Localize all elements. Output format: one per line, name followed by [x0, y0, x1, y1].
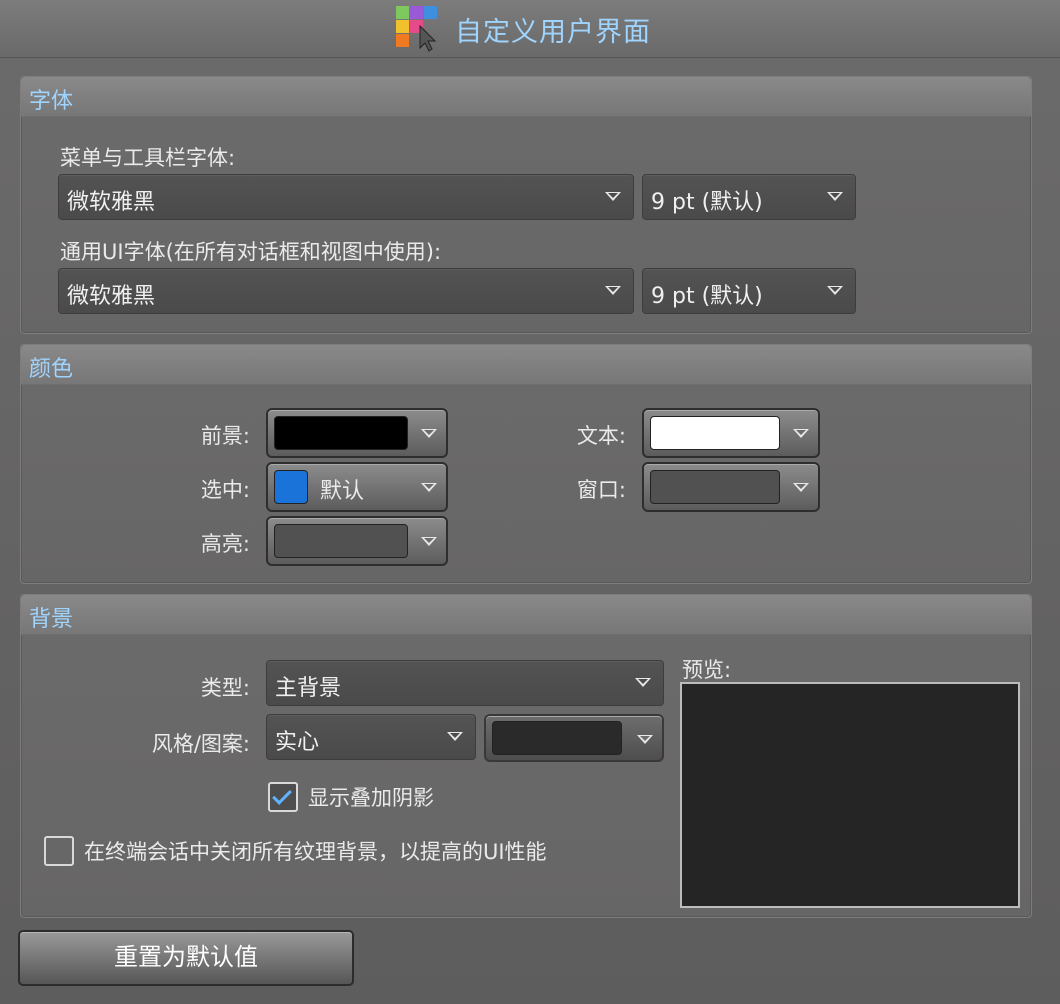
window-color-label: 窗口: — [576, 478, 626, 502]
reset-defaults-button[interactable]: 重置为默认值 — [18, 930, 354, 986]
background-preview — [680, 682, 1020, 908]
chevron-down-icon — [421, 537, 437, 546]
chevron-down-icon — [605, 192, 621, 201]
chevron-down-icon — [635, 678, 651, 687]
ui-font-size-select[interactable]: 9 pt (默认) — [642, 268, 856, 314]
selected-swatch — [274, 470, 308, 504]
ui-font-size-value: 9 pt (默认) — [651, 284, 763, 309]
chevron-down-icon — [793, 429, 809, 438]
ui-font-value: 微软雅黑 — [67, 284, 156, 309]
background-type-value: 主背景 — [275, 676, 342, 701]
ui-font-label: 通用UI字体(在所有对话框和视图中使用): — [60, 240, 442, 264]
chevron-down-icon — [447, 732, 463, 741]
text-color-picker[interactable] — [642, 408, 820, 458]
window-swatch — [650, 470, 780, 504]
app-logo-icon — [396, 6, 437, 52]
text-swatch — [650, 416, 780, 450]
menu-font-size-value: 9 pt (默认) — [651, 190, 763, 215]
font-section-header: 字体 — [21, 77, 1031, 117]
chevron-down-icon — [421, 483, 437, 492]
chevron-down-icon — [605, 286, 621, 295]
type-label: 类型: — [200, 676, 250, 700]
background-style-value: 实心 — [275, 730, 320, 755]
chevron-down-icon — [637, 735, 653, 744]
chevron-down-icon — [793, 483, 809, 492]
menu-font-size-select[interactable]: 9 pt (默认) — [642, 174, 856, 220]
highlight-color-picker[interactable] — [266, 516, 448, 566]
foreground-color-picker[interactable] — [266, 408, 448, 458]
chevron-down-icon — [827, 286, 843, 295]
selected-label: 选中: — [200, 478, 250, 502]
menu-font-label: 菜单与工具栏字体: — [60, 146, 236, 170]
window-title: 自定义用户界面 — [455, 17, 651, 48]
foreground-swatch — [274, 416, 408, 450]
highlight-swatch — [274, 524, 408, 558]
chevron-down-icon — [827, 192, 843, 201]
title-bar: 自定义用户界面 — [0, 0, 1060, 58]
foreground-label: 前景: — [200, 424, 250, 448]
text-color-label: 文本: — [576, 424, 626, 448]
preview-label: 预览: — [682, 658, 732, 682]
chevron-down-icon — [421, 429, 437, 438]
ui-font-select[interactable]: 微软雅黑 — [58, 268, 634, 314]
selected-color-text: 默认 — [320, 479, 365, 504]
menu-font-value: 微软雅黑 — [67, 190, 156, 215]
menu-font-select[interactable]: 微软雅黑 — [58, 174, 634, 220]
color-section-header: 颜色 — [21, 345, 1031, 385]
style-label: 风格/图案: — [151, 732, 250, 756]
background-type-select[interactable]: 主背景 — [266, 660, 664, 706]
highlight-label: 高亮: — [200, 532, 250, 556]
overlay-shadow-checkbox[interactable] — [268, 782, 298, 812]
selected-color-picker[interactable]: 默认 — [266, 462, 448, 512]
window-color-picker[interactable] — [642, 462, 820, 512]
background-style-select[interactable]: 实心 — [266, 714, 476, 760]
check-icon — [272, 785, 292, 805]
overlay-shadow-label: 显示叠加阴影 — [308, 786, 434, 810]
disable-texture-label: 在终端会话中关闭所有纹理背景，以提高的UI性能 — [84, 840, 547, 864]
background-style-swatch — [492, 721, 622, 755]
background-section-header: 背景 — [21, 595, 1031, 635]
disable-texture-checkbox[interactable] — [44, 836, 74, 866]
background-color-picker[interactable] — [484, 714, 664, 762]
